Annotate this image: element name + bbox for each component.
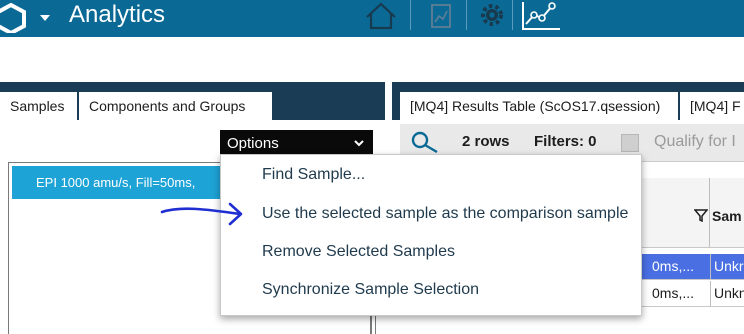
- tab-label: [MQ4] F: [690, 98, 741, 114]
- qualify-checkbox[interactable]: [621, 134, 639, 152]
- qualify-label: Qualify for I: [654, 133, 736, 150]
- tab-label: [MQ4] Results Table (ScOS17.qsession): [410, 98, 661, 114]
- chevron-down-icon: [354, 140, 364, 147]
- options-button[interactable]: Options: [220, 130, 373, 156]
- row-count: 2 rows: [462, 133, 510, 150]
- sample-row-text: EPI 1000 amu/s, Fill=50ms,: [36, 175, 196, 190]
- sample-row-selected[interactable]: EPI 1000 amu/s, Fill=50ms,: [12, 166, 247, 199]
- app-header: Analytics: [0, 0, 744, 37]
- gear-icon[interactable]: [476, 0, 508, 32]
- tab-label: Components and Groups: [89, 98, 246, 114]
- home-icon[interactable]: [364, 0, 398, 32]
- app-title: Analytics: [69, 1, 166, 28]
- column-header-sample[interactable]: Sam: [712, 208, 742, 224]
- tab-label: Samples: [10, 98, 65, 114]
- column-divider: [709, 178, 710, 247]
- filter-count: Filters: 0: [534, 133, 597, 150]
- menu-item-find-sample[interactable]: Find Sample...: [262, 166, 365, 184]
- options-button-label: Options: [227, 134, 279, 152]
- report-icon[interactable]: [430, 0, 454, 32]
- menu-item-synchronize-selection[interactable]: Synchronize Sample Selection: [262, 281, 479, 299]
- trend-chart-icon[interactable]: [520, 0, 562, 32]
- header-gap: [0, 37, 744, 82]
- chevron-down-icon[interactable]: [39, 12, 51, 24]
- tab-samples[interactable]: Samples: [0, 92, 77, 120]
- annotation-arrow-icon: [160, 202, 243, 226]
- tab-results-table[interactable]: [MQ4] Results Table (ScOS17.qsession): [400, 92, 678, 120]
- filter-icon[interactable]: [694, 208, 708, 222]
- table-cell: Unkr: [710, 254, 744, 279]
- nav-separator: [512, 0, 513, 30]
- tab-components-and-groups[interactable]: Components and Groups: [78, 92, 272, 120]
- options-menu: Find Sample... Use the selected sample a…: [220, 154, 642, 316]
- nav-separator: [466, 0, 467, 30]
- menu-item-remove-selected[interactable]: Remove Selected Samples: [262, 243, 455, 261]
- nav-separator: [410, 0, 411, 30]
- tab-mq4-other[interactable]: [MQ4] F: [680, 92, 744, 120]
- menu-item-use-as-comparison[interactable]: Use the selected sample as the compariso…: [262, 205, 628, 223]
- hexagon-logo-icon[interactable]: [0, 3, 28, 33]
- table-cell: Unkn: [710, 281, 744, 306]
- search-icon[interactable]: [408, 130, 440, 156]
